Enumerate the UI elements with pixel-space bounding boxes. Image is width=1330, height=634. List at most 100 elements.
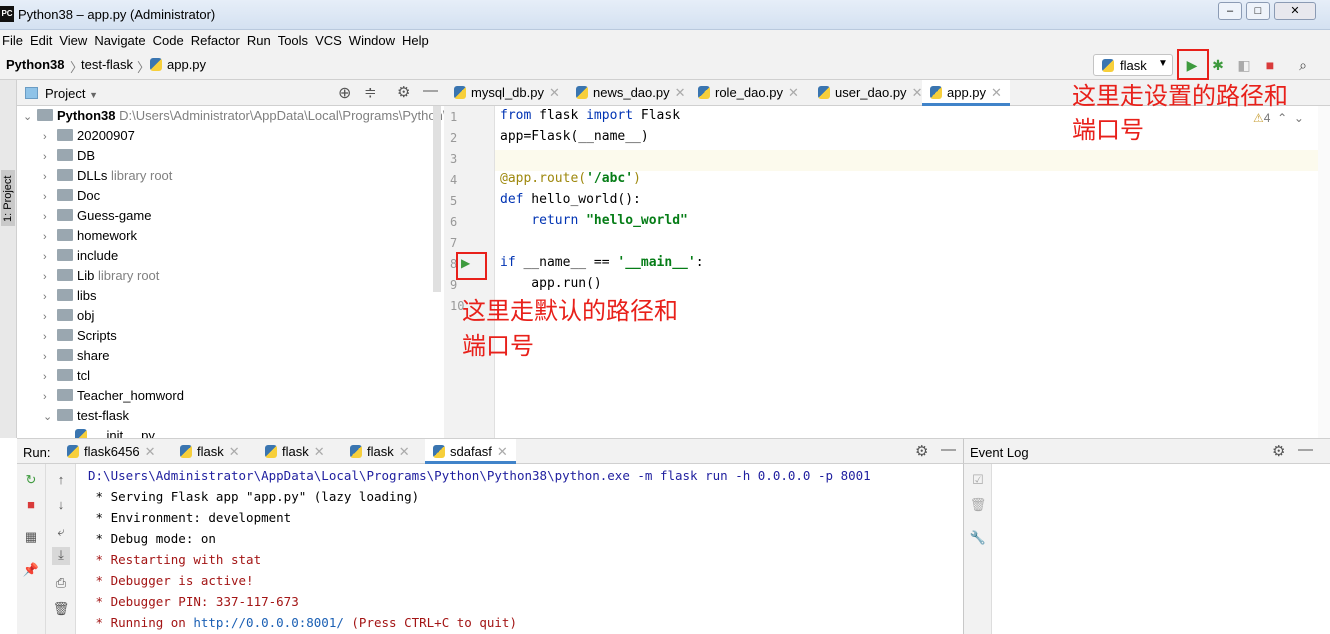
editor-tab[interactable]: user_dao.py ✕ — [818, 80, 922, 106]
menu-tools[interactable]: Tools — [276, 30, 311, 48]
editor-tab[interactable]: news_dao.py ✕ — [576, 80, 686, 106]
tree-item[interactable]: › obj — [43, 306, 94, 326]
print-icon[interactable]: ⎙ — [52, 575, 70, 593]
close-tab-icon[interactable]: ✕ — [788, 85, 799, 100]
close-tab-icon[interactable]: ✕ — [497, 444, 508, 459]
breadcrumb-folder[interactable]: test-flask — [81, 57, 133, 72]
wrench-icon[interactable]: 🔧 — [969, 530, 987, 548]
menu-run[interactable]: Run — [245, 30, 274, 48]
menu-refactor[interactable]: Refactor — [189, 30, 243, 48]
chevron-right-icon[interactable]: › — [43, 227, 57, 247]
chevron-right-icon[interactable]: › — [43, 207, 57, 227]
chevron-right-icon[interactable]: › — [43, 367, 57, 387]
gear-icon[interactable]: ⚙ — [1272, 442, 1285, 460]
close-tab-icon[interactable]: ✕ — [549, 85, 560, 100]
layout-icon[interactable]: ▦ — [22, 529, 40, 547]
chevron-right-icon[interactable]: › — [43, 347, 57, 367]
chevron-right-icon[interactable]: › — [43, 327, 57, 347]
menu-navigate[interactable]: Navigate — [92, 30, 148, 48]
chevron-right-icon[interactable]: › — [43, 187, 57, 207]
close-button[interactable]: ✕ — [1274, 2, 1316, 20]
close-tab-icon[interactable]: ✕ — [991, 85, 1002, 100]
tree-item[interactable]: › include — [43, 246, 118, 266]
up-arrow-icon[interactable]: ↑ — [52, 472, 70, 490]
debug-icon[interactable]: ✱ — [1209, 56, 1227, 74]
gear-icon[interactable]: ⚙ — [397, 83, 410, 101]
pin-icon[interactable]: 📌 — [22, 562, 40, 580]
close-tab-icon[interactable]: ✕ — [675, 85, 686, 100]
menu-code[interactable]: Code — [151, 30, 187, 48]
tree-item[interactable]: › Scripts — [43, 326, 117, 346]
warnings-indicator[interactable]: ⚠4 ⌃ ⌄ — [1253, 111, 1304, 125]
tree-root[interactable]: ⌄ Python38 D:\Users\Administrator\AppData… — [23, 106, 444, 126]
soft-wrap-icon[interactable]: ⤶ — [52, 524, 70, 542]
maximize-button[interactable]: □ — [1246, 2, 1270, 20]
tree-item[interactable]: › 20200907 — [43, 126, 135, 146]
code-editor[interactable]: from flask import Flask app=Flask(__name… — [495, 106, 1318, 438]
chevron-right-icon[interactable]: › — [43, 147, 57, 167]
menu-file[interactable]: File — [0, 30, 26, 48]
close-tab-icon[interactable]: ✕ — [145, 444, 156, 459]
editor-tab[interactable]: role_dao.py ✕ — [698, 80, 799, 106]
tree-item[interactable]: __init__.py — [75, 426, 155, 438]
tree-scrollbar[interactable] — [433, 106, 441, 292]
scroll-to-end-icon[interactable]: ⤓ — [52, 547, 70, 565]
run-tab[interactable]: sdafasf ✕ — [425, 439, 516, 464]
tree-item[interactable]: › Doc — [43, 186, 100, 206]
hide-icon[interactable]: — — [1298, 441, 1313, 458]
chevron-right-icon[interactable]: › — [43, 387, 57, 407]
gear-icon[interactable]: ⚙ — [915, 442, 928, 460]
stop-icon[interactable]: ■ — [1261, 56, 1279, 74]
chevron-right-icon[interactable]: › — [43, 127, 57, 147]
hide-icon[interactable]: — — [941, 441, 956, 458]
run-tab[interactable]: flask ✕ — [265, 439, 325, 464]
chevron-right-icon[interactable]: › — [43, 247, 57, 267]
mark-read-icon[interactable]: ☑ — [969, 472, 987, 490]
rerun-icon[interactable]: ↻ — [22, 472, 40, 490]
trash-icon[interactable]: 🗑 — [969, 497, 987, 515]
close-tab-icon[interactable]: ✕ — [314, 444, 325, 459]
run-tab[interactable]: flask ✕ — [180, 439, 240, 464]
stop-icon[interactable]: ■ — [22, 497, 40, 515]
collapse-all-icon[interactable]: ≑ — [364, 83, 377, 101]
tree-item[interactable]: › share — [43, 346, 110, 366]
down-arrow-icon[interactable]: ↓ — [52, 497, 70, 515]
editor-tab[interactable]: mysql_db.py ✕ — [454, 80, 560, 106]
project-view-select[interactable]: Project ▼ — [45, 86, 98, 101]
search-icon[interactable]: ⌕ — [1294, 56, 1312, 74]
console-output[interactable]: D:\Users\Administrator\AppData\Local\Pro… — [76, 464, 963, 634]
tree-item[interactable]: › libs — [43, 286, 97, 306]
minimize-button[interactable]: – — [1218, 2, 1242, 20]
run-tab[interactable]: flask ✕ — [350, 439, 410, 464]
editor-tab[interactable]: app.py ✕ — [922, 80, 1010, 106]
trash-icon[interactable]: 🗑 — [52, 601, 70, 619]
close-tab-icon[interactable]: ✕ — [399, 444, 410, 459]
project-tool-button[interactable]: 1: Project — [1, 170, 15, 226]
breadcrumb-project[interactable]: Python38 — [6, 57, 65, 72]
locate-icon[interactable]: ⊕ — [338, 83, 351, 103]
tree-item[interactable]: › Guess-game — [43, 206, 151, 226]
tree-item[interactable]: › homework — [43, 226, 137, 246]
tree-item[interactable]: ⌄ test-flask — [43, 406, 129, 426]
menu-window[interactable]: Window — [347, 30, 398, 48]
chevron-right-icon[interactable]: › — [43, 307, 57, 327]
tree-item[interactable]: › DLLs library root — [43, 166, 172, 186]
close-tab-icon[interactable]: ✕ — [912, 85, 923, 100]
chevron-right-icon[interactable]: › — [43, 287, 57, 307]
close-tab-icon[interactable]: ✕ — [229, 444, 240, 459]
tree-item[interactable]: › tcl — [43, 366, 90, 386]
tree-item[interactable]: › Lib library root — [43, 266, 159, 286]
menu-view[interactable]: View — [57, 30, 90, 48]
chevron-right-icon[interactable]: › — [43, 267, 57, 287]
menu-edit[interactable]: Edit — [28, 30, 55, 48]
server-url-link[interactable]: http://0.0.0.0:8001/ — [193, 615, 344, 630]
tree-item[interactable]: › Teacher_homword — [43, 386, 184, 406]
menu-help[interactable]: Help — [400, 30, 432, 48]
chevron-down-icon[interactable]: ⌄ — [43, 407, 57, 427]
hide-icon[interactable]: — — [423, 82, 438, 99]
run-tab[interactable]: flask6456 ✕ — [67, 439, 156, 464]
coverage-icon[interactable]: ◧ — [1235, 56, 1253, 74]
editor-scrollbar[interactable] — [1318, 106, 1330, 438]
run-configuration-select[interactable]: flask ▼ — [1093, 54, 1173, 76]
menu-vcs[interactable]: VCS — [313, 30, 345, 48]
